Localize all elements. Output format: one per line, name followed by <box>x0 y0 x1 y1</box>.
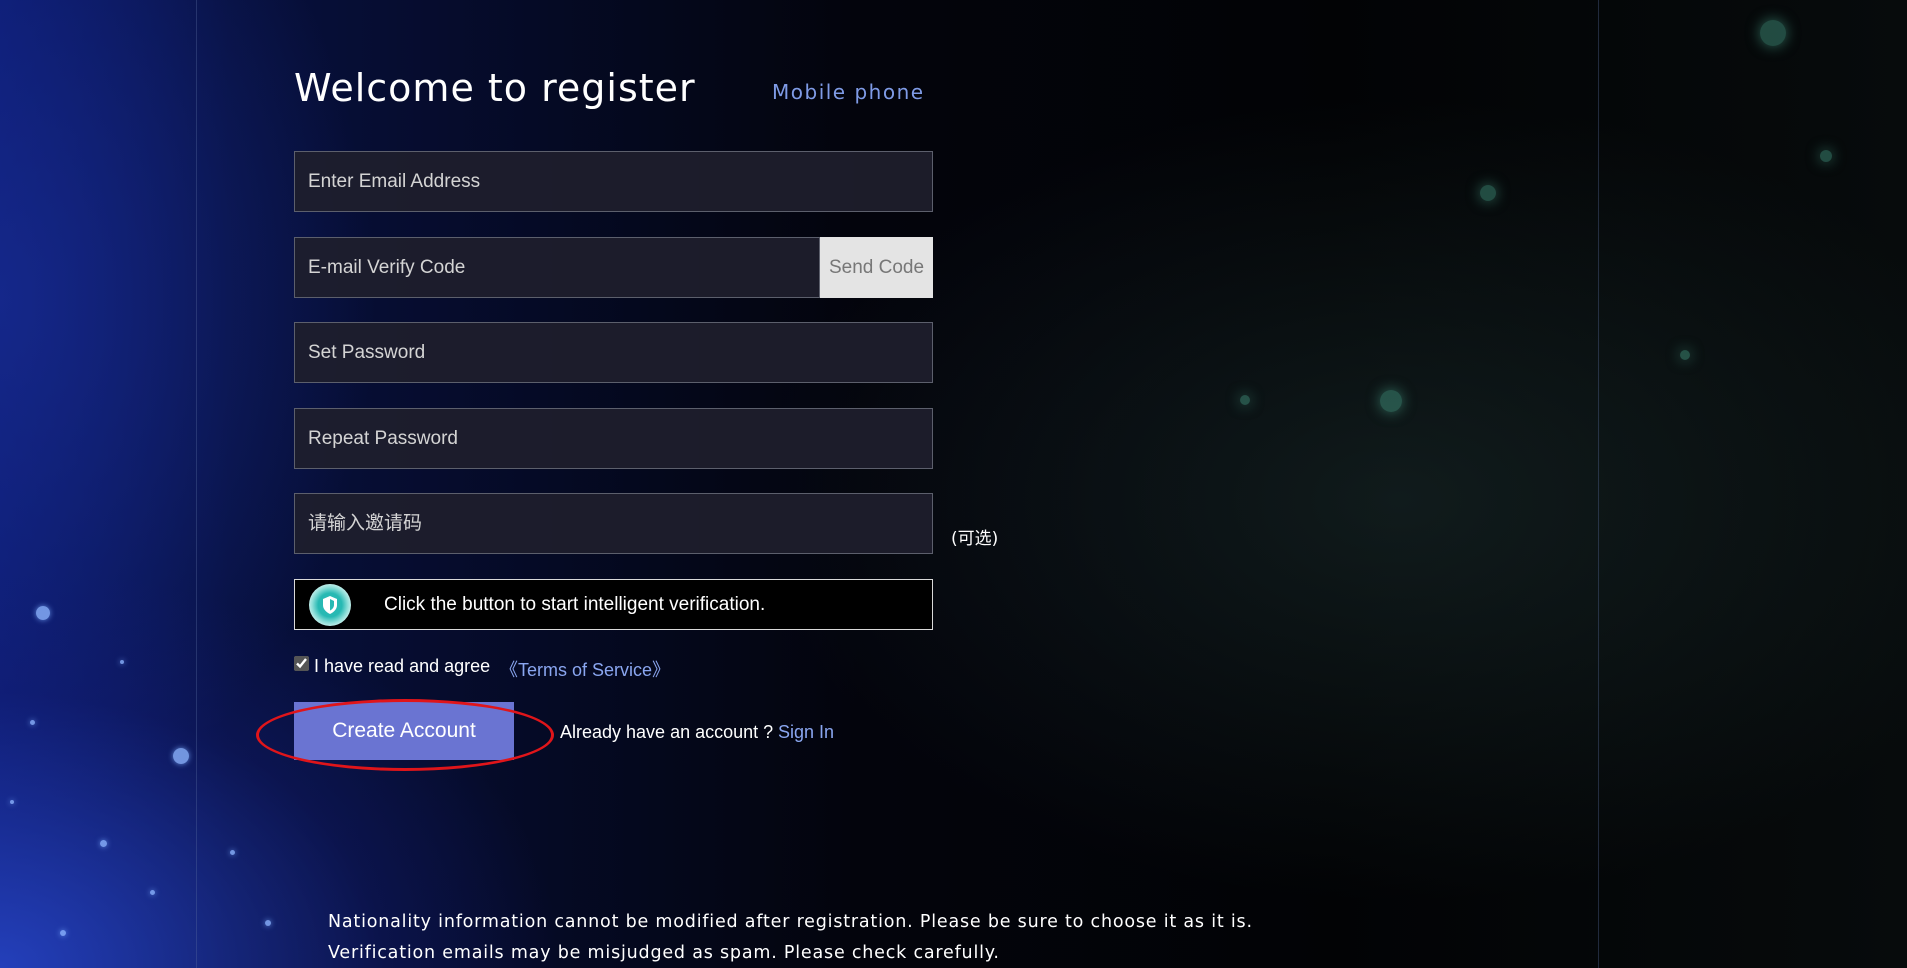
email-input[interactable] <box>294 151 933 212</box>
email-verify-code-input[interactable] <box>294 237 820 298</box>
create-account-button[interactable]: Create Account <box>294 702 514 760</box>
captcha-prompt-text: Click the button to start intelligent ve… <box>384 594 766 615</box>
page-title: Welcome to register <box>294 66 696 110</box>
intelligent-verification-button[interactable]: Click the button to start intelligent ve… <box>294 579 933 630</box>
background-divider-left <box>196 0 197 968</box>
nationality-notice: Nationality information cannot be modifi… <box>328 912 1253 932</box>
spam-notice: Verification emails may be misjudged as … <box>328 943 1000 963</box>
invite-optional-label: (可选) <box>951 529 999 549</box>
background-divider-right <box>1598 0 1599 968</box>
have-account-text: Already have an account ? <box>560 722 774 742</box>
mobile-phone-register-link[interactable]: Mobile phone <box>772 80 925 104</box>
agree-terms-label: I have read and agree <box>314 656 491 676</box>
agree-terms-checkbox[interactable] <box>294 656 309 671</box>
sign-in-link[interactable]: Sign In <box>778 722 834 743</box>
shield-check-icon <box>309 584 351 626</box>
send-code-button[interactable]: Send Code <box>820 237 933 298</box>
set-password-input[interactable] <box>294 322 933 383</box>
repeat-password-input[interactable] <box>294 408 933 469</box>
terms-of-service-link[interactable]: 《Terms of Service》 <box>500 656 670 682</box>
invite-code-input[interactable] <box>294 493 933 554</box>
